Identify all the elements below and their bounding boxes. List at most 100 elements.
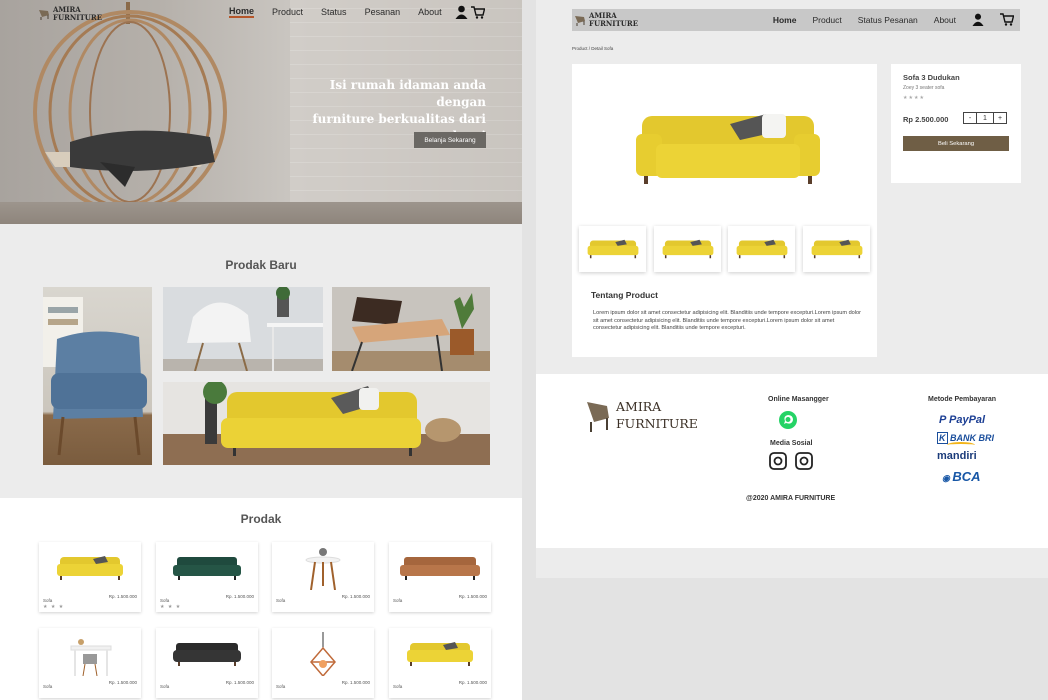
product-thumbnail[interactable]	[803, 226, 870, 272]
product-card-price: Rp. 1.500.000	[458, 680, 487, 685]
product-gallery: Tentang Product Lorem ipsum dolor sit am…	[572, 64, 877, 357]
yellow-sofa-room-image	[163, 382, 490, 465]
brand-line-2: FURNITURE	[589, 19, 639, 28]
nav-home[interactable]: Home	[773, 15, 797, 25]
collage-blue-armchair[interactable]	[43, 287, 152, 465]
product-card-price: Rp. 1.500.000	[458, 594, 487, 599]
product-card-image[interactable]	[156, 542, 258, 594]
product-card-image[interactable]	[272, 542, 374, 594]
brand-logo-small[interactable]: AMIRA FURNITURE	[574, 12, 638, 28]
messenger-title: Online Masangger	[768, 396, 829, 403]
main-product-image[interactable]	[636, 112, 820, 190]
cart-icon[interactable]	[1000, 12, 1015, 28]
product-card-image[interactable]	[39, 628, 141, 680]
whatsapp-icon[interactable]	[778, 410, 798, 430]
product-title: Sofa 3 Dudukan	[903, 73, 960, 82]
brand-line-2: FURNITURE	[616, 416, 698, 431]
product-card[interactable]: Sofa Rp. 1.500.000	[272, 628, 374, 698]
product-price: Rp 2.500.000	[903, 115, 949, 124]
collage-white-chair[interactable]	[163, 287, 323, 371]
brand-line-1: AMIRA	[616, 399, 662, 414]
paypal-label: PayPal	[949, 414, 986, 426]
product-card[interactable]: Sofa Rp. 1.500.000	[389, 628, 491, 698]
products-title: Prodak	[240, 512, 282, 526]
hero-banner: AMIRA FURNITURE Home Product Status Pesan…	[0, 0, 522, 224]
footer-brand-logo[interactable]: AMIRA FURNITURE	[585, 398, 698, 432]
qty-plus-button[interactable]: +	[993, 112, 1007, 124]
about-product-text: Lorem ipsum dolor sit amet consectetur a…	[593, 310, 862, 331]
blue-armchair-image	[43, 297, 147, 456]
product-thumbnail[interactable]	[579, 226, 646, 272]
breadcrumb[interactable]: Product / Detail Sofa	[572, 46, 613, 51]
chair-logo-icon	[587, 402, 609, 432]
product-card-name: Sofa	[160, 684, 170, 689]
product-card[interactable]: Sofa Rp. 1.500.000	[156, 628, 258, 698]
qty-minus-button[interactable]: -	[963, 112, 977, 124]
buy-now-button[interactable]: Beli Sekarang	[903, 136, 1009, 151]
nav-home[interactable]: Home	[229, 6, 255, 18]
hero-headline-line-1: Isi rumah idaman anda dengan	[329, 78, 486, 109]
brand-logo[interactable]: AMIRA FURNITURE	[38, 6, 102, 22]
product-card[interactable]: Sofa Rp. 1.500.000	[39, 628, 141, 698]
product-card[interactable]: Sofa Rp. 1.500.000	[272, 542, 374, 612]
instagram-icon[interactable]	[769, 452, 787, 470]
chair-logo-icon	[39, 10, 49, 20]
bca-logo: ◉ BCA	[942, 469, 981, 484]
nav-status-pesanan[interactable]: Status Pesanan	[858, 15, 918, 25]
lounge-chair-image	[332, 293, 490, 371]
nav-product[interactable]: Product	[812, 15, 841, 25]
product-card-price: Rp. 1.500.000	[225, 680, 254, 685]
detail-nav: Home Product Status Pesanan About	[773, 9, 1015, 31]
product-card-image[interactable]	[156, 628, 258, 680]
cart-icon[interactable]	[471, 6, 485, 19]
white-chair-image	[163, 287, 323, 371]
user-icon[interactable]	[455, 5, 468, 19]
instagram-icon-2[interactable]	[795, 452, 813, 470]
product-card[interactable]: Sofa Rp. 1.500.000	[389, 542, 491, 612]
hanging-chair-image	[33, 2, 227, 214]
product-card-price: Rp. 1.500.000	[225, 594, 254, 599]
product-card-image[interactable]	[389, 542, 491, 594]
quantity-stepper: - 1 +	[963, 112, 1007, 124]
footer: AMIRA FURNITURE Online Masangger Media So…	[536, 374, 1048, 548]
nav-pesanan[interactable]: Pesanan	[365, 7, 401, 17]
about-product-title: Tentang Product	[591, 290, 658, 300]
payment-methods-title: Metode Pembayaran	[928, 396, 997, 403]
product-thumbnail[interactable]	[728, 226, 795, 272]
product-subtitle: Zoey 3 seater sofa	[903, 85, 945, 91]
product-thumbnail[interactable]	[654, 226, 721, 272]
bca-label: BCA	[952, 469, 981, 484]
purchase-panel: Sofa 3 Dudukan Zoey 3 seater sofa ★★★★ R…	[891, 64, 1021, 183]
nav-about[interactable]: About	[934, 15, 956, 25]
product-card-name: Sofa	[393, 684, 403, 689]
chair-logo-icon	[575, 16, 585, 26]
copyright: @2020 AMIRA FURNITURE	[746, 495, 836, 502]
new-products-title: Prodak Baru	[225, 258, 297, 272]
nav-about[interactable]: About	[418, 7, 442, 17]
product-card[interactable]: Sofa Rp. 1.500.000 ★ ★ ★	[39, 542, 141, 612]
user-icon[interactable]	[972, 13, 984, 28]
product-card-image[interactable]	[272, 628, 374, 680]
detail-navbar: AMIRA FURNITURE Home Product Status Pesan…	[572, 9, 1020, 31]
social-media-title: Media Sosial	[770, 440, 813, 447]
nav-product[interactable]: Product	[272, 7, 303, 17]
qty-input[interactable]: 1	[977, 112, 993, 124]
product-card-name: Sofa	[276, 598, 286, 603]
product-card-name: Sofa	[393, 598, 403, 603]
product-card-rating: ★ ★ ★	[43, 604, 65, 610]
collage-yellow-sofa[interactable]	[163, 382, 490, 465]
homepage-screen: AMIRA FURNITURE Home Product Status Pesan…	[0, 0, 522, 700]
product-card[interactable]: Sofa Rp. 1.500.000 ★ ★ ★	[156, 542, 258, 612]
mandiri-label: mandiri	[937, 450, 977, 462]
product-card-image[interactable]	[39, 542, 141, 594]
nav-status[interactable]: Status	[321, 7, 347, 17]
shop-now-button[interactable]: Belanja Sekarang	[414, 132, 486, 148]
product-card-name: Sofa	[276, 684, 286, 689]
paypal-logo: P PayPal	[939, 414, 986, 426]
product-card-image[interactable]	[389, 628, 491, 680]
brand-line-2: FURNITURE	[53, 13, 103, 22]
collage-lounge-chair[interactable]	[332, 287, 490, 371]
product-card-price: Rp. 1.500.000	[341, 680, 370, 685]
product-card-price: Rp. 1.500.000	[341, 594, 370, 599]
product-card-price: Rp. 1.500.000	[108, 680, 137, 685]
